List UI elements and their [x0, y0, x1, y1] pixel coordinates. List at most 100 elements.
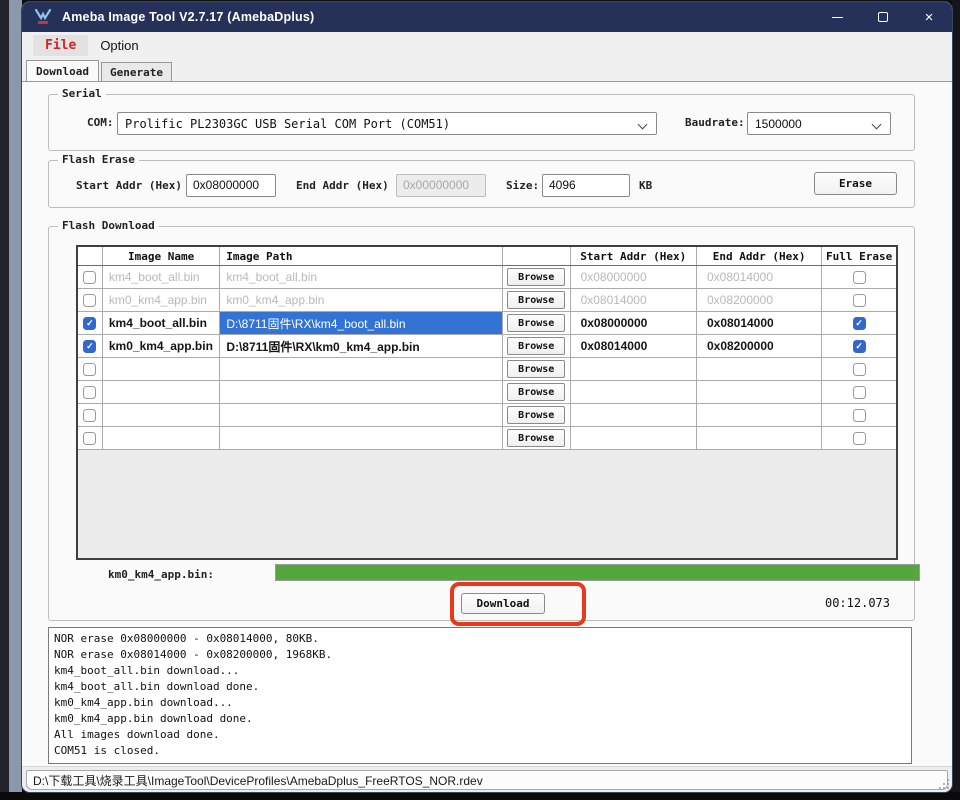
start-addr-value: 0x08014000 — [581, 293, 647, 307]
chevron-down-icon — [639, 120, 647, 128]
minimize-button[interactable] — [814, 2, 860, 32]
erase-size-unit: KB — [639, 179, 652, 192]
table-row: Browse — [78, 358, 896, 381]
browse-button[interactable]: Browse — [507, 268, 565, 286]
title-bar: Ameba Image Tool V2.7.17 (AmebaDplus) × — [22, 2, 952, 32]
background-window-edge-2 — [9, 0, 22, 792]
table-row: Browse — [78, 427, 896, 450]
baudrate-label: Baudrate: — [685, 116, 745, 129]
status-bar: D:\下载工具\烧录工具\ImageTool\DeviceProfiles\Am… — [22, 766, 952, 792]
row-select-checkbox[interactable]: ✓ — [83, 340, 96, 353]
maximize-icon — [878, 12, 888, 22]
browse-button[interactable]: Browse — [507, 291, 565, 309]
end-addr-value: 0x08200000 — [707, 339, 774, 353]
browse-button[interactable]: Browse — [507, 360, 565, 378]
full-erase-checkbox[interactable] — [853, 271, 866, 284]
flash-download-group-label: Flash Download — [58, 219, 159, 232]
browse-button[interactable]: Browse — [507, 406, 565, 424]
full-erase-checkbox[interactable] — [853, 386, 866, 399]
close-button[interactable]: × — [906, 2, 952, 32]
header-checkbox-col — [78, 247, 103, 265]
full-erase-checkbox[interactable] — [853, 294, 866, 307]
header-browse-col — [503, 247, 571, 265]
table-row: ✓ km0_km4_app.bin D:\8711固件\RX\km0_km4_app… — [78, 335, 896, 358]
log-output[interactable]: NOR erase 0x08000000 - 0x08014000, 80KB.… — [48, 627, 912, 764]
full-erase-checkbox[interactable] — [853, 363, 866, 376]
menu-file[interactable]: File — [33, 35, 88, 56]
start-addr-value: 0x08000000 — [581, 270, 647, 284]
erase-button[interactable]: Erase — [814, 172, 897, 195]
row-select-checkbox[interactable]: ✓ — [83, 317, 96, 330]
full-erase-checkbox[interactable] — [853, 409, 866, 422]
image-table: Image Name Image Path Start Addr (Hex) E… — [76, 245, 898, 560]
erase-size-input[interactable]: 4096 — [542, 174, 630, 197]
menu-option[interactable]: Option — [88, 35, 150, 56]
minimize-icon — [832, 17, 843, 18]
resize-grip-icon[interactable] — [939, 779, 949, 789]
tab-download[interactable]: Download — [26, 60, 99, 81]
background-bottom-edge — [0, 792, 960, 800]
app-logo-icon — [33, 7, 53, 27]
table-row: Browse — [78, 404, 896, 427]
erase-start-addr-label: Start Addr (Hex) — [76, 179, 182, 192]
desktop-background: Ameba Image Tool V2.7.17 (AmebaDplus) × … — [0, 0, 960, 800]
flash-download-group: Flash Download Image Name Image Path Sta… — [48, 226, 915, 621]
header-image-name: Image Name — [103, 247, 220, 265]
image-name: km0_km4_app.bin — [109, 339, 213, 353]
start-addr-value: 0x08000000 — [581, 316, 648, 330]
baudrate-select[interactable]: 1500000 — [747, 112, 891, 135]
header-full-erase: Full Erase — [822, 247, 896, 265]
erase-size-label: Size: — [506, 179, 539, 192]
full-erase-checkbox[interactable]: ✓ — [853, 340, 866, 353]
header-image-path: Image Path — [220, 247, 503, 265]
flash-erase-group: Flash Erase Start Addr (Hex) 0x08000000 … — [48, 160, 915, 208]
serial-group: Serial COM: Prolific PL2303GC USB Serial… — [48, 94, 915, 151]
flash-erase-group-label: Flash Erase — [58, 153, 139, 166]
erase-start-addr-input[interactable]: 0x08000000 — [186, 174, 276, 197]
row-select-checkbox[interactable] — [83, 363, 96, 376]
browse-button[interactable]: Browse — [507, 314, 565, 332]
baudrate-value: 1500000 — [748, 117, 873, 131]
image-name: km0_km4_app.bin — [109, 293, 207, 307]
row-select-checkbox[interactable] — [83, 432, 96, 445]
full-erase-checkbox[interactable]: ✓ — [853, 317, 866, 330]
progress-fill — [276, 565, 919, 580]
image-path: D:\8711固件\RX\km0_km4_app.bin — [226, 338, 419, 355]
background-window-edge — [0, 0, 9, 792]
com-port-select[interactable]: Prolific PL2303GC USB Serial COM Port (C… — [117, 112, 657, 135]
elapsed-time: 00:12.073 — [825, 596, 890, 610]
browse-button[interactable]: Browse — [507, 337, 565, 355]
maximize-button[interactable] — [860, 2, 906, 32]
table-row: km0_km4_app.bin km0_km4_app.bin Browse 0x08… — [78, 289, 896, 312]
end-addr-value: 0x08014000 — [707, 316, 774, 330]
header-start-addr: Start Addr (Hex) — [571, 247, 697, 265]
table-header-row: Image Name Image Path Start Addr (Hex) E… — [78, 247, 896, 266]
row-select-checkbox[interactable] — [83, 386, 96, 399]
table-row: ✓km4_boot_all.binD:\8711固件\RX\km4_boot_a… — [78, 312, 896, 335]
background-right-edge — [952, 0, 960, 800]
close-icon: × — [925, 10, 934, 25]
serial-group-label: Serial — [58, 87, 106, 100]
header-end-addr: End Addr (Hex) — [697, 247, 822, 265]
image-path: D:\8711固件\RX\km4_boot_all.bin — [226, 315, 405, 332]
row-select-checkbox[interactable] — [83, 294, 96, 307]
table-row: km4_boot_all.binkm4_boot_all.binBrowse0x… — [78, 266, 896, 289]
row-select-checkbox[interactable] — [83, 271, 96, 284]
browse-button[interactable]: Browse — [507, 383, 565, 401]
image-path: km0_km4_app.bin — [226, 293, 324, 307]
full-erase-checkbox[interactable] — [853, 432, 866, 445]
com-port-value: Prolific PL2303GC USB Serial COM Port (C… — [118, 117, 639, 131]
image-name: km4_boot_all.bin — [109, 270, 200, 284]
window-title: Ameba Image Tool V2.7.17 (AmebaDplus) — [62, 10, 314, 24]
erase-end-addr-label: End Addr (Hex) — [296, 179, 389, 192]
start-addr-value: 0x08014000 — [581, 339, 648, 353]
tab-strip: Download Generate — [22, 59, 952, 81]
download-button[interactable]: Download — [461, 593, 545, 614]
browse-button[interactable]: Browse — [507, 429, 565, 447]
tab-generate[interactable]: Generate — [101, 62, 172, 81]
row-select-checkbox[interactable] — [83, 409, 96, 422]
end-addr-value: 0x08014000 — [707, 270, 773, 284]
table-row: Browse — [78, 381, 896, 404]
status-profile-path: D:\下载工具\烧录工具\ImageTool\DeviceProfiles\Am… — [33, 772, 483, 789]
progress-file-label: km0_km4_app.bin: — [108, 568, 214, 581]
